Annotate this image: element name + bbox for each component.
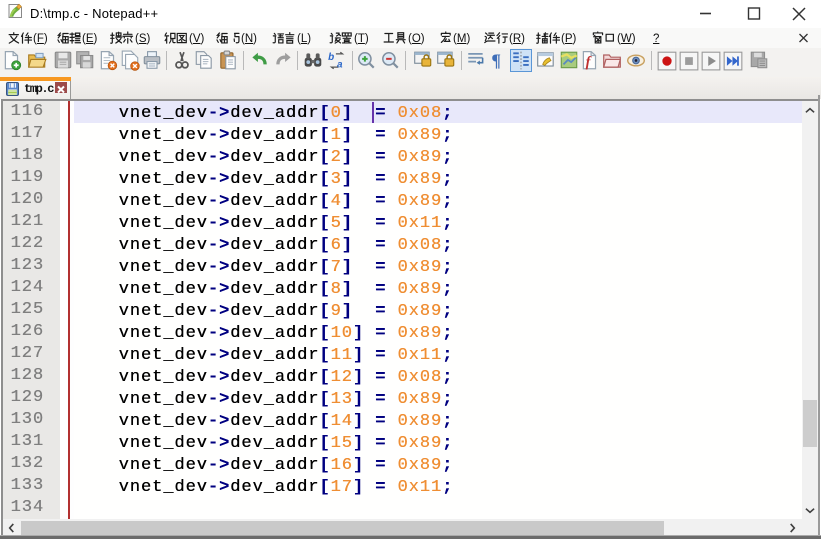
svg-text:b: b bbox=[328, 52, 334, 63]
svg-text:¶: ¶ bbox=[491, 51, 501, 71]
svg-text:a: a bbox=[337, 60, 343, 71]
